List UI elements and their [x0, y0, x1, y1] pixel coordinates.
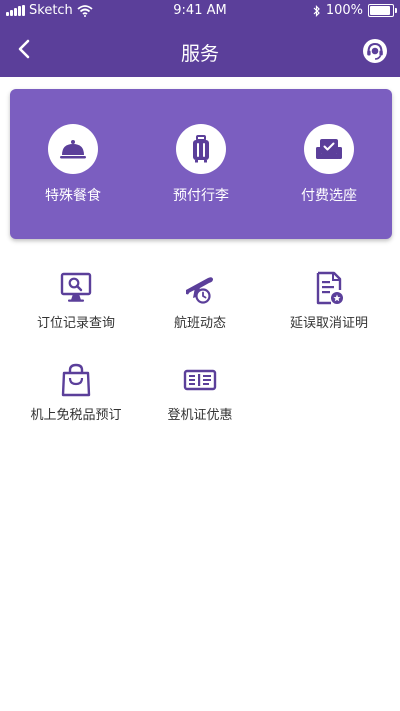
- luggage-icon: [193, 135, 209, 163]
- special-meal-button[interactable]: 特殊餐食: [18, 124, 128, 205]
- boarding-pass-offer-label: 登机证优惠: [167, 408, 233, 423]
- booking-record-query-label: 订位记录查询: [36, 316, 115, 331]
- certificate-icon: [316, 271, 343, 305]
- battery-percent: 100%: [325, 3, 363, 18]
- delay-cancellation-certificate-label: 延误取消证明: [289, 316, 368, 331]
- duty-free-preorder-button[interactable]: 机上免税品预订: [11, 362, 141, 423]
- monitor-search-icon: [60, 272, 92, 302]
- prepaid-baggage-label: 预付行李: [173, 188, 229, 204]
- plane-clock-icon: [186, 277, 214, 304]
- customer-service-icon[interactable]: [362, 38, 388, 64]
- cloche-icon: [60, 140, 86, 159]
- page-title: 服务: [180, 43, 219, 65]
- delay-cancellation-certificate-button[interactable]: 延误取消证明: [264, 270, 394, 331]
- paid-seat-label: 付费选座: [301, 188, 357, 204]
- seat-icon: [316, 139, 342, 159]
- shopping-bag-icon: [61, 363, 91, 397]
- bluetooth-icon: [313, 4, 320, 17]
- nav-bar: 服务: [0, 22, 400, 77]
- prepaid-baggage-button[interactable]: 预付行李: [146, 124, 256, 205]
- flight-status-button[interactable]: 航班动态: [135, 270, 265, 331]
- paid-seat-button[interactable]: 付费选座: [274, 124, 384, 205]
- special-meal-label: 特殊餐食: [45, 188, 101, 204]
- duty-free-preorder-label: 机上免税品预订: [30, 408, 122, 423]
- status-bar: Sketch 9:41 AM 100%: [0, 0, 400, 22]
- ticket-icon: [183, 369, 217, 391]
- featured-services-card: 特殊餐食 预付行李 付费选座: [10, 89, 392, 239]
- flight-status-label: 航班动态: [173, 316, 226, 331]
- header: Sketch 9:41 AM 100% 服务: [0, 0, 400, 77]
- boarding-pass-offer-button[interactable]: 登机证优惠: [135, 362, 265, 423]
- booking-record-query-button[interactable]: 订位记录查询: [11, 270, 141, 331]
- battery-icon: [368, 4, 397, 17]
